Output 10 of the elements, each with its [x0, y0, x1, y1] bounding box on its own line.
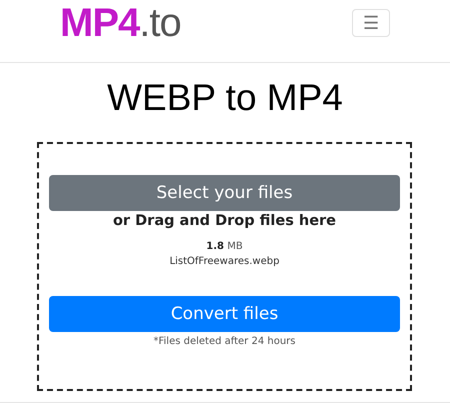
convert-button[interactable]: Convert files	[49, 296, 400, 332]
menu-button[interactable]: ☰	[352, 8, 390, 36]
drop-hint: or Drag and Drop files here	[112, 213, 336, 229]
select-files-button[interactable]: Select your files	[49, 175, 400, 211]
page-title: WEBP to MP4	[106, 76, 344, 120]
drop-zone[interactable]: Select your files or Drag and Drop files here 1.8 MB ListOfFreewares.webp Convert files *Files deleted after 24 hours	[37, 142, 412, 391]
deletion-note: *Files deleted after 24 hours	[153, 336, 296, 347]
site-logo[interactable]: MP4.to	[60, 0, 181, 46]
file-size: 1.8 MB	[206, 241, 243, 252]
file-name: ListOfFreewares.webp	[170, 256, 280, 267]
